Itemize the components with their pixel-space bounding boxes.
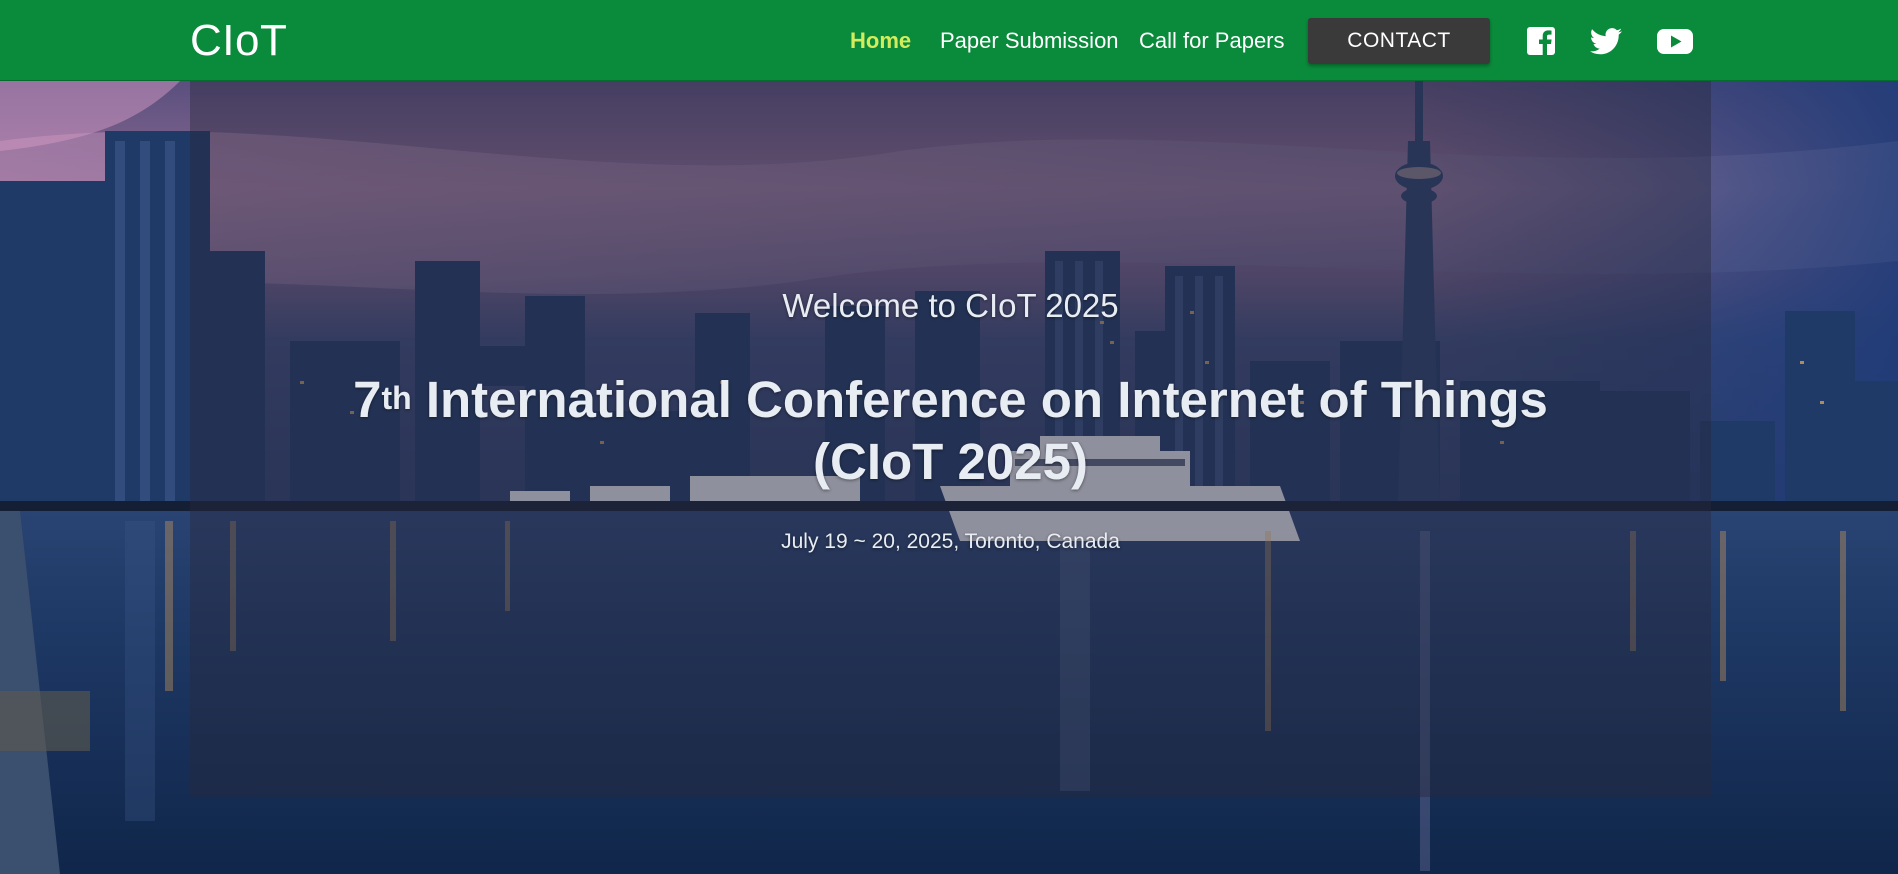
nav-home-link[interactable]: Home (850, 27, 911, 55)
contact-button[interactable]: CONTACT (1308, 18, 1490, 64)
title-ordinal-suffix: th (381, 380, 412, 416)
nav-paper-submission-link[interactable]: Paper Submission (940, 27, 1119, 55)
nav-call-for-papers-link[interactable]: Call for Papers (1139, 27, 1285, 55)
conference-title: 7th International Conference on Internet… (190, 369, 1711, 493)
welcome-heading: Welcome to CIoT 2025 (782, 287, 1119, 324)
title-text: International Conference on Internet of … (411, 371, 1548, 490)
site-logo[interactable]: CIoT (190, 16, 287, 66)
title-ordinal-number: 7 (353, 371, 382, 428)
twitter-icon[interactable] (1588, 24, 1624, 58)
conference-date-location: July 19 ~ 20, 2025, Toronto, Canada (781, 530, 1120, 553)
facebook-icon[interactable] (1524, 24, 1558, 58)
hero-banner: Welcome to CIoT 2025 7th International C… (0, 81, 1898, 874)
youtube-icon[interactable] (1656, 24, 1694, 58)
top-navbar: CIoT Home Paper Submission Call for Pape… (0, 0, 1898, 81)
